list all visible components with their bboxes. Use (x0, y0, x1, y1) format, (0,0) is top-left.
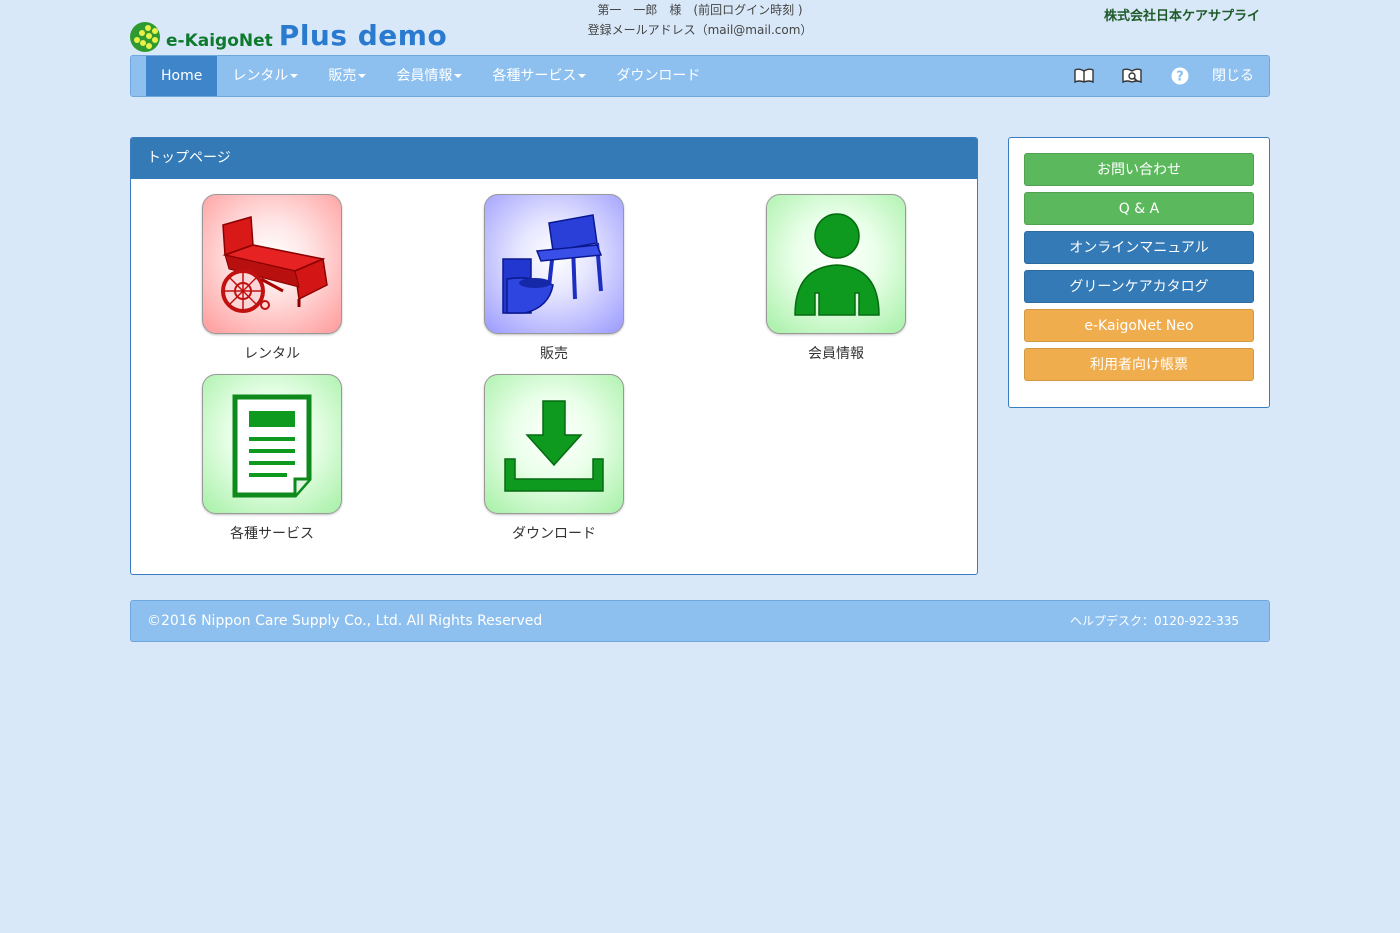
chair-toilet-icon[interactable] (484, 194, 624, 334)
user-mail-line: 登録メールアドレス（mail@mail.com） (587, 23, 813, 37)
svg-text:?: ? (1176, 70, 1184, 85)
logo[interactable]: e-KaigoNet Plus demo (130, 18, 447, 52)
tile-label: 各種サービス (230, 526, 314, 542)
navbar: Home レンタル 販売 会員情報 各種サービス ダウンロード ? 閉じる (130, 55, 1270, 97)
nav-sales-label: 販売 (328, 68, 357, 84)
nav-sales[interactable]: 販売 (313, 56, 381, 96)
download-icon[interactable] (484, 374, 624, 514)
nav-download[interactable]: ダウンロード (601, 56, 715, 96)
book-icon[interactable] (1060, 56, 1108, 96)
person-icon[interactable] (766, 194, 906, 334)
tile-sales[interactable]: 販売 (484, 194, 624, 363)
logo-wordmark: e-KaigoNet (166, 31, 273, 51)
top-page-panel: トップページ レンタル 販売 会員情報 各種サービス ダウンロード (130, 137, 978, 575)
bed-wheelchair-icon[interactable] (202, 194, 342, 334)
green-care-catalog-button[interactable]: グリーンケアカタログ (1024, 270, 1254, 303)
nav-member[interactable]: 会員情報 (381, 56, 477, 96)
tile-label: 販売 (540, 346, 568, 362)
panel-title: トップページ (131, 138, 977, 179)
tile-label: 会員情報 (808, 346, 864, 362)
nav-tools: ? 閉じる (1060, 56, 1269, 96)
side-menu: お問い合わせ Q & A オンラインマニュアル グリーンケアカタログ e-Kai… (1008, 137, 1270, 408)
tile-label: ダウンロード (512, 526, 596, 542)
logo-mark-icon (130, 22, 160, 52)
book-search-icon[interactable] (1108, 56, 1156, 96)
company-name: 株式会社日本ケアサプライ (1103, 9, 1260, 24)
copyright: ©2016 Nippon Care Supply Co., Ltd. All R… (147, 613, 543, 629)
document-icon[interactable] (202, 374, 342, 514)
nav-member-label: 会員情報 (396, 68, 453, 84)
kaigonet-neo-button[interactable]: e-KaigoNet Neo (1024, 309, 1254, 342)
tile-member[interactable]: 会員情報 (766, 194, 906, 363)
help-icon[interactable]: ? (1156, 56, 1204, 96)
footer: ©2016 Nippon Care Supply Co., Ltd. All R… (130, 600, 1270, 642)
nav-home[interactable]: Home (146, 56, 218, 96)
online-manual-button[interactable]: オンラインマニュアル (1024, 231, 1254, 264)
tile-download[interactable]: ダウンロード (484, 374, 624, 543)
qa-button[interactable]: Q & A (1024, 192, 1254, 225)
tile-services[interactable]: 各種サービス (202, 374, 342, 543)
nav-menu: Home レンタル 販売 会員情報 各種サービス ダウンロード (146, 56, 715, 96)
user-info: 第一 一郎 様 (前回ログイン時刻 ) 登録メールアドレス（mail@mail.… (550, 0, 850, 40)
caret-down-icon (454, 74, 463, 78)
nav-services[interactable]: 各種サービス (477, 56, 601, 96)
nav-services-label: 各種サービス (492, 68, 577, 84)
user-forms-button[interactable]: 利用者向け帳票 (1024, 348, 1254, 381)
nav-rental[interactable]: レンタル (217, 56, 313, 96)
caret-down-icon (358, 74, 367, 78)
user-name-line: 第一 一郎 様 (前回ログイン時刻 ) (597, 3, 803, 17)
tile-rental[interactable]: レンタル (202, 194, 342, 363)
header: e-KaigoNet Plus demo 第一 一郎 様 (前回ログイン時刻 )… (130, 0, 1270, 55)
contact-button[interactable]: お問い合わせ (1024, 153, 1254, 186)
caret-down-icon (578, 74, 587, 78)
logo-plus-demo: Plus demo (278, 19, 448, 52)
close-link[interactable]: 閉じる (1204, 56, 1269, 96)
tile-label: レンタル (244, 346, 300, 362)
nav-rental-label: レンタル (232, 68, 289, 84)
caret-down-icon (290, 74, 299, 78)
helpdesk-phone: ヘルプデスク：0120-922-335 (1069, 614, 1239, 628)
